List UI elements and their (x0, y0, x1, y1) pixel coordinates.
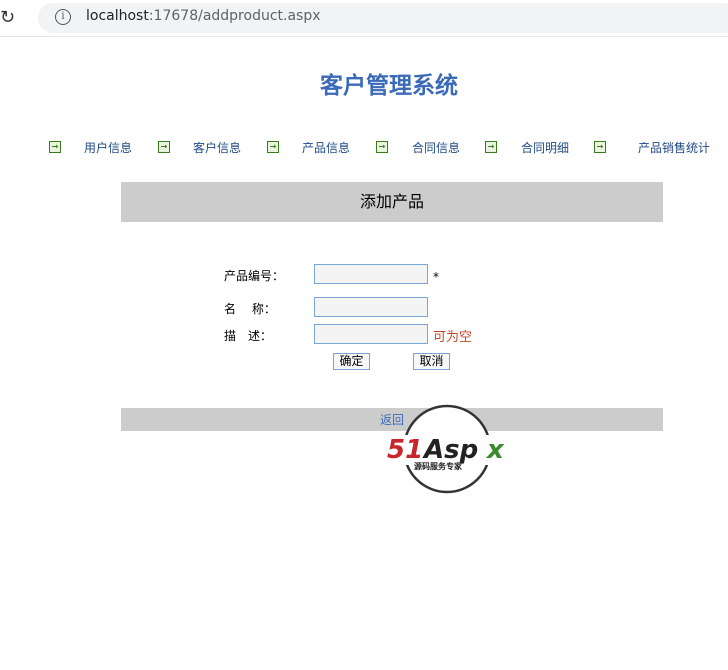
url-text[interactable]: localhost:17678/addproduct.aspx (86, 8, 321, 24)
info-icon[interactable]: i (55, 9, 71, 25)
arrow-in-icon: → (49, 141, 61, 153)
name-input[interactable] (314, 297, 428, 317)
description-label: 描 述： (224, 329, 273, 343)
required-mark: * (433, 270, 439, 284)
svg-text:51: 51 (387, 435, 423, 465)
form-heading: 添加产品 (121, 182, 663, 222)
svg-text:x: x (485, 435, 505, 465)
optional-note: 可为空 (433, 330, 473, 345)
svg-text:Asp: Asp (422, 435, 478, 465)
confirm-button[interactable]: 确定 (333, 353, 370, 370)
nav-item-users[interactable]: 用户信息 (84, 139, 132, 157)
nav-item-customers[interactable]: 客户信息 (193, 139, 241, 157)
arrow-in-icon: → (594, 141, 606, 153)
arrow-in-icon: → (376, 141, 388, 153)
description-input[interactable] (314, 324, 428, 344)
back-link[interactable]: 返回 (380, 411, 404, 428)
nav-item-contract-details[interactable]: 合同明细 (521, 139, 569, 157)
brand-logo-watermark: 51 Asp x 源码服务专家 (386, 404, 511, 494)
arrow-in-icon: → (158, 141, 170, 153)
page-title: 客户管理系统 (320, 73, 458, 99)
name-label: 名 称： (224, 302, 276, 316)
nav-item-contracts[interactable]: 合同信息 (412, 139, 460, 157)
reload-icon[interactable]: ↻ (0, 8, 20, 28)
cancel-button[interactable]: 取消 (413, 353, 450, 370)
svg-text:源码服务专家: 源码服务专家 (414, 461, 463, 471)
product-code-input[interactable] (314, 264, 428, 284)
nav-item-sales-stats[interactable]: 产品销售统计 (638, 139, 710, 157)
url-host: localhost (86, 8, 149, 24)
nav-item-products[interactable]: 产品信息 (302, 139, 350, 157)
product-code-label: 产品编号： (224, 269, 285, 283)
url-path: :17678/addproduct.aspx (148, 8, 321, 24)
arrow-in-icon: → (485, 141, 497, 153)
arrow-in-icon: → (267, 141, 279, 153)
browser-toolbar: ↻ i localhost:17678/addproduct.aspx (0, 0, 728, 37)
